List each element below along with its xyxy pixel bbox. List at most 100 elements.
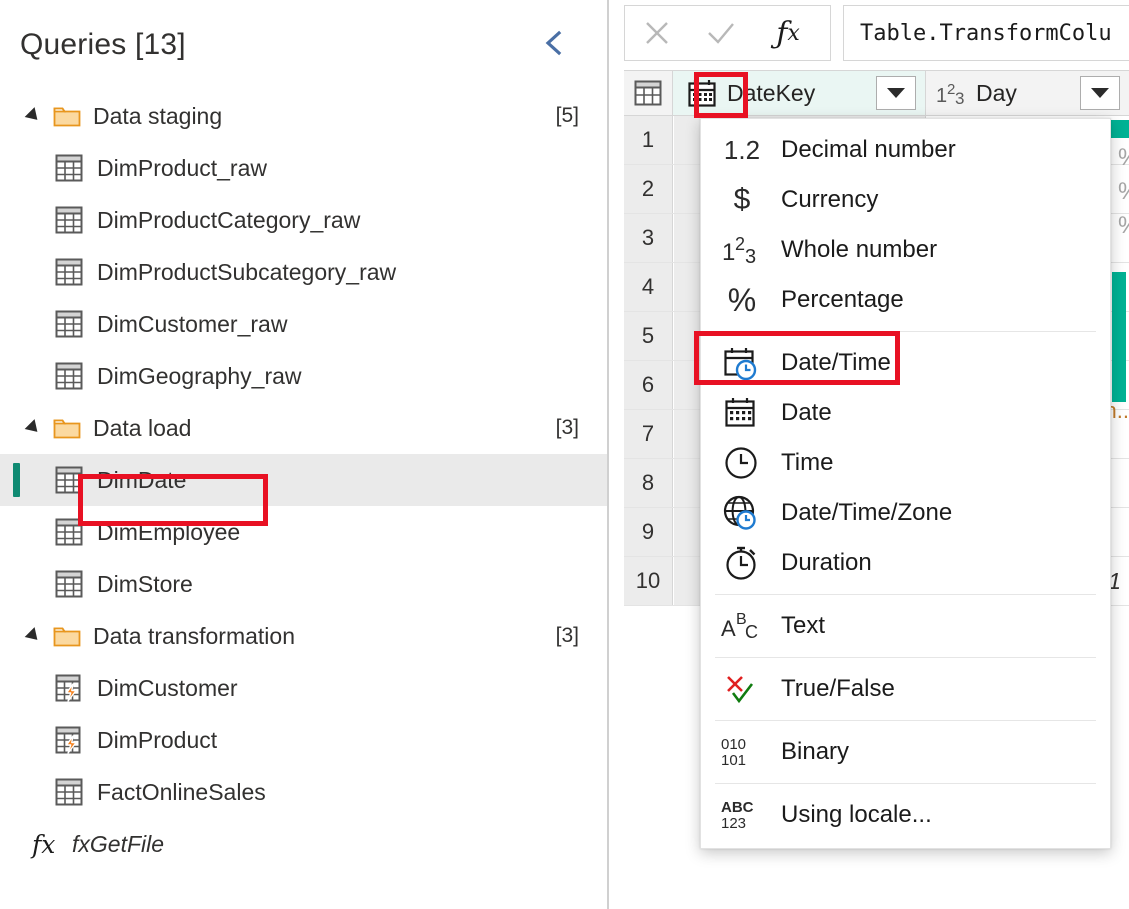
svg-text:3: 3 (955, 89, 964, 108)
menu-item-currency[interactable]: $ Currency (701, 175, 1110, 225)
menu-item-duration[interactable]: Duration (701, 538, 1110, 588)
group-count: [3] (555, 624, 579, 647)
chevron-down-icon[interactable] (1080, 76, 1120, 110)
chevron-left-icon[interactable] (538, 26, 572, 60)
page-title: Queries [13] (20, 28, 186, 61)
percentage-icon: % (715, 280, 769, 320)
menu-item-date-time[interactable]: Date/Time (701, 338, 1110, 388)
table-icon (55, 777, 83, 807)
menu-item-label: Percentage (781, 286, 904, 313)
date-icon[interactable] (687, 78, 717, 108)
svg-text:1: 1 (936, 85, 947, 107)
menu-item-label: Date (781, 399, 832, 426)
formula-bar: ƒx Table.TransformColu (611, 5, 1129, 63)
query-item-dimcustomer-raw[interactable]: DimCustomer_raw (0, 298, 607, 350)
folder-icon (53, 416, 81, 440)
svg-text:101: 101 (721, 752, 746, 769)
svg-text:2: 2 (735, 234, 745, 254)
query-item-dimproduct[interactable]: DimProduct (0, 714, 607, 766)
menu-item-label: Decimal number (781, 136, 956, 163)
expand-triangle-icon[interactable] (24, 627, 43, 645)
percent-symbol: % (1118, 212, 1129, 240)
menu-item-date-time-zone[interactable]: Date/Time/Zone (701, 488, 1110, 538)
expand-triangle-icon[interactable] (24, 107, 43, 125)
svg-text:C: C (745, 622, 758, 642)
query-item-dimproduct-raw[interactable]: DimProduct_raw (0, 142, 607, 194)
column-header-row: DateKey 1 2 3 Day (624, 70, 1129, 116)
group-count: [5] (555, 104, 579, 127)
query-item-dimproductcategory-raw[interactable]: DimProductCategory_raw (0, 194, 607, 246)
table-icon (55, 257, 83, 287)
query-group-data-staging[interactable]: Data staging [5] (0, 90, 607, 142)
menu-item-percentage[interactable]: % Percentage (701, 275, 1110, 325)
queries-pane-header: Queries [13] (0, 0, 607, 78)
row-number: 7 (624, 410, 673, 458)
svg-text:3: 3 (745, 246, 756, 267)
menu-item-label: Binary (781, 738, 850, 765)
query-item-dimproductsubcategory-raw[interactable]: DimProductSubcategory_raw (0, 246, 607, 298)
queries-pane: Queries [13] Data staging [5] DimProduct… (0, 0, 609, 909)
query-item-dimemployee[interactable]: DimEmployee (0, 506, 607, 558)
menu-item-label: Time (781, 449, 834, 476)
whole-number-icon[interactable]: 1 2 3 (936, 78, 966, 108)
column-header-datekey[interactable]: DateKey (673, 71, 926, 115)
menu-item-date[interactable]: Date (701, 388, 1110, 438)
percentage-icon-text: % (727, 282, 757, 318)
query-item-label: DimGeography_raw (97, 362, 302, 389)
select-all-table-icon[interactable] (624, 71, 673, 115)
true-false-icon (715, 669, 769, 709)
row-number: 6 (624, 361, 673, 409)
column-quality-bar (1112, 272, 1126, 402)
formula-input[interactable]: Table.TransformColu (843, 5, 1129, 61)
expand-triangle-icon[interactable] (24, 419, 43, 437)
query-item-fxgetfile[interactable]: fx fxGetFile (0, 818, 607, 870)
query-item-dimcustomer[interactable]: DimCustomer (0, 662, 607, 714)
svg-text:fx: fx (30, 830, 55, 859)
time-icon (715, 443, 769, 483)
menu-item-true-false[interactable]: True/False (701, 664, 1110, 714)
menu-item-whole-number[interactable]: 1 2 3 Whole number (701, 225, 1110, 275)
selection-indicator-bar (13, 463, 20, 497)
table-icon (55, 569, 83, 599)
query-item-label: fxGetFile (72, 830, 165, 857)
query-tree: Data staging [5] DimProduct_raw DimProdu… (0, 90, 607, 870)
query-item-label: DimProductSubcategory_raw (97, 258, 397, 285)
change-type-menu[interactable]: 1.2 Decimal number $ Currency 1 2 3 Whol… (700, 118, 1111, 849)
menu-item-time[interactable]: Time (701, 438, 1110, 488)
close-icon[interactable] (625, 6, 689, 60)
menu-item-using-locale[interactable]: ABC 123 Using locale... (701, 790, 1110, 840)
chevron-down-icon[interactable] (876, 76, 916, 110)
menu-item-binary[interactable]: 010 101 Binary (701, 727, 1110, 777)
formula-bar-controls: ƒx (624, 5, 831, 61)
folder-icon (53, 624, 81, 648)
query-item-dimdate[interactable]: DimDate (0, 454, 607, 506)
query-item-dimgeography-raw[interactable]: DimGeography_raw (0, 350, 607, 402)
menu-item-decimal-number[interactable]: 1.2 Decimal number (701, 125, 1110, 175)
column-header-label: Day (976, 79, 1017, 106)
fx-icon[interactable]: ƒx (753, 6, 823, 60)
query-item-label: FactOnlineSales (97, 778, 266, 805)
row-number: 1 (624, 116, 673, 164)
query-group-data-transformation[interactable]: Data transformation [3] (0, 610, 607, 662)
query-group-data-load[interactable]: Data load [3] (0, 402, 607, 454)
text-abc-icon: A B C (715, 606, 769, 646)
menu-separator (715, 657, 1096, 658)
menu-item-label: Text (781, 612, 826, 639)
svg-text:123: 123 (721, 815, 746, 832)
checkmark-icon[interactable] (689, 6, 753, 60)
menu-item-label: Currency (781, 186, 879, 213)
row-number: 2 (624, 165, 673, 213)
menu-item-label: Duration (781, 549, 872, 576)
query-item-factonlinesales[interactable]: FactOnlineSales (0, 766, 607, 818)
table-icon (55, 153, 83, 183)
table-icon (55, 517, 83, 547)
table-icon (55, 465, 83, 495)
query-item-dimstore[interactable]: DimStore (0, 558, 607, 610)
column-header-day[interactable]: 1 2 3 Day (926, 71, 1129, 115)
table-transform-icon (55, 725, 83, 755)
menu-item-text[interactable]: A B C Text (701, 601, 1110, 651)
date-time-icon (715, 343, 769, 383)
table-icon (55, 309, 83, 339)
row-number: 3 (624, 214, 673, 262)
group-label: Data transformation (93, 622, 295, 649)
